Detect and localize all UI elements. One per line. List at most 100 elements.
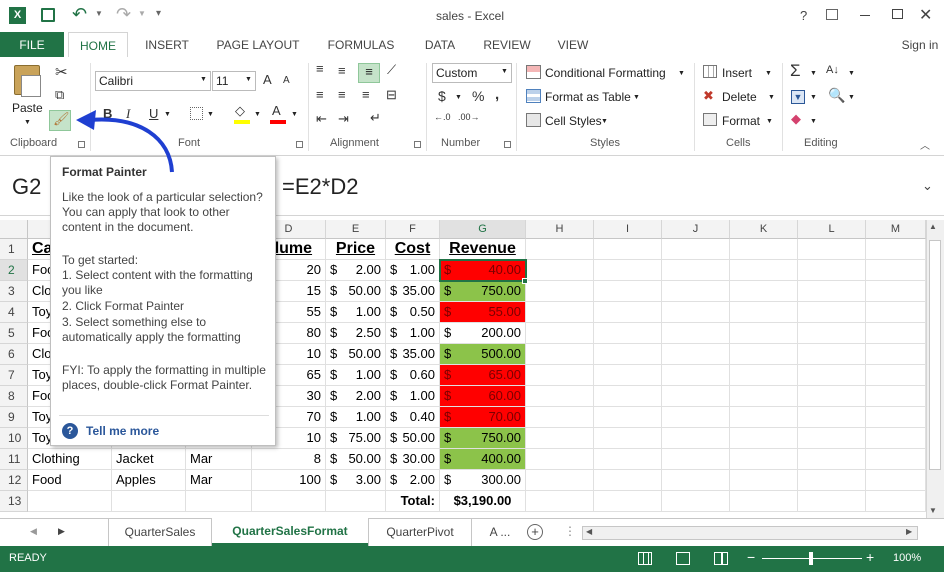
merge-center-icon[interactable]: ⊟ — [386, 87, 397, 103]
sheet-tab-more[interactable]: A ... — [478, 519, 522, 546]
undo-icon[interactable]: ↶ — [72, 4, 87, 25]
cell-b13[interactable] — [112, 491, 186, 512]
column-header-f[interactable]: F — [386, 220, 440, 239]
sort-filter-icon[interactable]: A↓ — [826, 64, 839, 76]
horizontal-scrollbar[interactable] — [582, 526, 918, 540]
cell-f2[interactable]: $1.00 — [386, 260, 440, 281]
increase-decimal-icon[interactable]: ←.0 — [434, 112, 451, 122]
cell-j4[interactable] — [662, 302, 730, 323]
insert-cells-dropdown-icon[interactable]: ▼ — [765, 70, 772, 77]
cell-c11[interactable]: Mar — [186, 449, 252, 470]
tab-insert[interactable]: INSERT — [134, 32, 200, 58]
row-header[interactable]: 13 — [0, 491, 28, 512]
cell-k5[interactable] — [730, 323, 798, 344]
cell-h8[interactable] — [526, 386, 594, 407]
redo-dropdown-icon[interactable]: ▼ — [138, 9, 146, 18]
cell-g6[interactable]: $500.00 — [440, 344, 526, 365]
cell-h3[interactable] — [526, 281, 594, 302]
cell-m12[interactable] — [866, 470, 926, 491]
cell-g5[interactable]: $200.00 — [440, 323, 526, 344]
cell-l12[interactable] — [798, 470, 866, 491]
undo-dropdown-icon[interactable]: ▼ — [95, 9, 103, 18]
row-header[interactable]: 8 — [0, 386, 28, 407]
fill-color-dropdown-icon[interactable]: ▼ — [254, 111, 261, 118]
find-select-dropdown-icon[interactable]: ▼ — [848, 94, 855, 101]
sort-filter-dropdown-icon[interactable]: ▼ — [848, 70, 855, 77]
cell-f3[interactable]: $35.00 — [386, 281, 440, 302]
cell-e3[interactable]: $50.00 — [326, 281, 386, 302]
grow-font-icon[interactable]: A — [263, 72, 272, 87]
cell-j5[interactable] — [662, 323, 730, 344]
page-layout-view-icon[interactable] — [676, 552, 690, 565]
cell-l8[interactable] — [798, 386, 866, 407]
minimize-icon[interactable] — [860, 15, 870, 16]
select-all-corner[interactable] — [0, 220, 28, 239]
cell-g1[interactable]: Revenue — [440, 239, 526, 260]
autosum-icon[interactable]: Σ — [790, 61, 801, 81]
cell-h10[interactable] — [526, 428, 594, 449]
clear-icon[interactable]: ◆ — [791, 111, 801, 127]
row-header[interactable]: 2 — [0, 260, 28, 281]
cell-l13[interactable] — [798, 491, 866, 512]
borders-dropdown-icon[interactable]: ▼ — [207, 111, 214, 118]
paste-dropdown-icon[interactable]: ▼ — [24, 119, 31, 126]
scroll-down-icon[interactable]: ▼ — [929, 506, 937, 515]
cell-b12[interactable]: Apples — [112, 470, 186, 491]
fill-dropdown-icon[interactable]: ▼ — [810, 94, 817, 101]
conditional-formatting-dropdown-icon[interactable]: ▼ — [678, 70, 685, 77]
cell-j13[interactable] — [662, 491, 730, 512]
sheet-tab-quartersalesformat[interactable]: QuarterSalesFormat — [212, 518, 368, 546]
zoom-slider-thumb[interactable] — [809, 552, 813, 565]
paste-button[interactable]: Paste — [12, 101, 43, 115]
cell-f13[interactable]: Total: — [386, 491, 440, 512]
cell-i13[interactable] — [594, 491, 662, 512]
increase-indent-icon[interactable]: ⇥ — [338, 111, 349, 127]
cell-i12[interactable] — [594, 470, 662, 491]
cell-i4[interactable] — [594, 302, 662, 323]
cell-i6[interactable] — [594, 344, 662, 365]
row-header[interactable]: 10 — [0, 428, 28, 449]
tab-data[interactable]: DATA — [414, 32, 466, 58]
cell-i10[interactable] — [594, 428, 662, 449]
number-format-dropdown-icon[interactable]: ▼ — [501, 68, 508, 75]
borders-icon[interactable] — [190, 107, 203, 120]
cell-h11[interactable] — [526, 449, 594, 470]
cell-a11[interactable]: Clothing — [28, 449, 112, 470]
cell-k13[interactable] — [730, 491, 798, 512]
zoom-in-icon[interactable]: + — [866, 549, 874, 565]
cell-j1[interactable] — [662, 239, 730, 260]
fill-handle[interactable] — [522, 278, 528, 284]
cell-m3[interactable] — [866, 281, 926, 302]
alignment-launcher-icon[interactable] — [414, 141, 421, 148]
cell-j9[interactable] — [662, 407, 730, 428]
cell-a13[interactable] — [28, 491, 112, 512]
add-sheet-icon[interactable]: + — [527, 524, 543, 540]
scroll-left-icon[interactable]: ◀ — [586, 527, 592, 536]
tab-file[interactable]: FILE — [0, 32, 64, 58]
cell-e12[interactable]: $3.00 — [326, 470, 386, 491]
expand-formula-bar-icon[interactable]: ⌄ — [922, 178, 933, 194]
zoom-out-icon[interactable]: − — [747, 549, 755, 565]
cell-m7[interactable] — [866, 365, 926, 386]
customize-qat-icon[interactable]: ▾ — [156, 8, 161, 19]
row-header[interactable]: 11 — [0, 449, 28, 470]
cell-m9[interactable] — [866, 407, 926, 428]
cell-b11[interactable]: Jacket — [112, 449, 186, 470]
cell-d11[interactable]: 8 — [252, 449, 326, 470]
column-header-j[interactable]: J — [662, 220, 730, 239]
redo-icon[interactable]: ↷ — [116, 4, 131, 25]
cell-g7[interactable]: $65.00 — [440, 365, 526, 386]
cell-g12[interactable]: $300.00 — [440, 470, 526, 491]
cell-m8[interactable] — [866, 386, 926, 407]
maximize-icon[interactable] — [892, 9, 903, 19]
cell-j10[interactable] — [662, 428, 730, 449]
tab-formulas[interactable]: FORMULAS — [318, 32, 404, 58]
cell-j8[interactable] — [662, 386, 730, 407]
cell-l11[interactable] — [798, 449, 866, 470]
cell-l1[interactable] — [798, 239, 866, 260]
cell-f9[interactable]: $0.40 — [386, 407, 440, 428]
comma-button[interactable]: , — [495, 86, 499, 103]
cell-f5[interactable]: $1.00 — [386, 323, 440, 344]
cell-l6[interactable] — [798, 344, 866, 365]
cell-f6[interactable]: $35.00 — [386, 344, 440, 365]
